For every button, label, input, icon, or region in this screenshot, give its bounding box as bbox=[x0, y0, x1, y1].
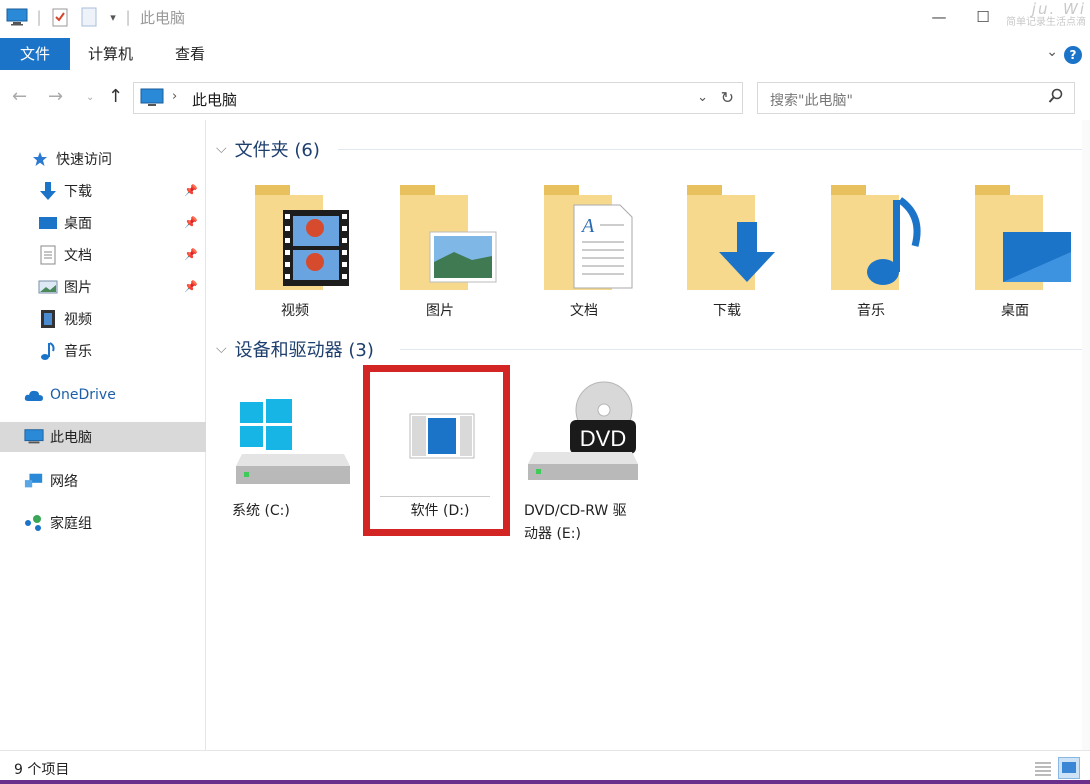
new-folder-icon[interactable] bbox=[78, 4, 100, 30]
collapse-chevron-icon[interactable]: ⌵ bbox=[216, 341, 227, 357]
section-drives-header[interactable]: ⌵ 设备和驱动器 (3) bbox=[216, 336, 374, 362]
address-row: ← → ⌄ ↑ › 此电脑 ⌄ ↻ 搜索"此电脑" bbox=[0, 78, 1090, 118]
drive-label-line1: DVD/CD-RW 驱 bbox=[524, 503, 627, 519]
section-folders-title: 文件夹 (6) bbox=[234, 140, 320, 161]
recent-locations-chevron-icon[interactable]: ⌄ bbox=[86, 92, 94, 103]
section-divider bbox=[338, 149, 1083, 150]
drive-e[interactable]: DVD DVD/CD-RW 驱 动器 (E:) bbox=[524, 380, 654, 550]
pin-icon[interactable]: 📌 bbox=[184, 280, 198, 293]
folder-label: 图片 bbox=[426, 303, 454, 319]
tab-file[interactable]: 文件 bbox=[0, 38, 70, 70]
folder-label: 桌面 bbox=[1001, 303, 1029, 319]
ribbon-tabs: 文件 计算机 查看 ⌄ ? bbox=[0, 36, 1090, 74]
pin-icon[interactable]: 📌 bbox=[184, 184, 198, 197]
cloud-icon bbox=[24, 385, 44, 405]
status-bar: 9 个项目 bbox=[0, 750, 1090, 784]
documents-folder-icon: A bbox=[544, 185, 633, 290]
picture-icon bbox=[38, 277, 58, 297]
music-icon bbox=[38, 341, 58, 361]
folder-label: 下载 bbox=[713, 303, 741, 319]
address-bar[interactable]: › 此电脑 ⌄ ↻ bbox=[133, 82, 743, 114]
search-placeholder: 搜索"此电脑" bbox=[770, 93, 853, 109]
window-title: 此电脑 bbox=[140, 9, 186, 27]
navigation-pane: 快速访问 下载 📌 桌面 📌 文档 📌 图片 📌 视频 音乐 OneDrive … bbox=[0, 120, 206, 750]
folder-label: 视频 bbox=[281, 303, 309, 319]
collapse-chevron-icon[interactable]: ⌵ bbox=[216, 141, 227, 157]
star-icon bbox=[30, 149, 50, 169]
windows-drive-icon bbox=[236, 399, 350, 484]
help-button[interactable]: ? bbox=[1064, 46, 1082, 64]
toolbar-separator: | bbox=[36, 8, 42, 26]
pictures-folder-icon bbox=[400, 185, 497, 290]
toolbar-separator: | bbox=[125, 8, 131, 26]
folder-downloads[interactable]: 下载 bbox=[667, 180, 787, 320]
folder-documents[interactable]: A 文档 bbox=[524, 180, 644, 320]
svg-text:A: A bbox=[580, 215, 595, 237]
homegroup-icon bbox=[24, 513, 44, 533]
highlight-box bbox=[363, 365, 510, 536]
sidebar-item-downloads[interactable]: 下载 📌 bbox=[0, 176, 206, 206]
sidebar-item-homegroup[interactable]: 家庭组 bbox=[0, 508, 206, 538]
window-bottom-border bbox=[0, 780, 1090, 784]
sidebar-item-pictures[interactable]: 图片 📌 bbox=[0, 272, 206, 302]
pin-icon[interactable]: 📌 bbox=[184, 216, 198, 229]
drive-label: 系统 (C:) bbox=[232, 503, 290, 519]
desktop-folder-icon bbox=[975, 185, 1071, 290]
up-arrow-icon[interactable]: ↑ bbox=[108, 86, 123, 107]
customize-toolbar-chevron-icon[interactable]: ▾ bbox=[104, 4, 122, 30]
folder-videos[interactable]: 视频 bbox=[235, 180, 355, 320]
computer-icon[interactable] bbox=[4, 4, 30, 30]
sidebar-item-onedrive[interactable]: OneDrive bbox=[0, 380, 206, 410]
properties-icon[interactable] bbox=[48, 4, 72, 30]
drive-label-line2: 动器 (E:) bbox=[524, 526, 581, 542]
section-folders-header[interactable]: ⌵ 文件夹 (6) bbox=[216, 136, 320, 162]
forward-arrow-icon[interactable]: → bbox=[48, 86, 63, 107]
search-icon[interactable] bbox=[1048, 88, 1064, 108]
desktop-icon bbox=[38, 213, 58, 233]
sidebar-item-desktop[interactable]: 桌面 📌 bbox=[0, 208, 206, 238]
refresh-icon[interactable]: ↻ bbox=[721, 88, 734, 107]
sidebar-item-network[interactable]: 网络 bbox=[0, 466, 206, 496]
document-icon bbox=[38, 245, 58, 265]
computer-icon bbox=[140, 88, 164, 112]
computer-icon bbox=[24, 427, 44, 447]
search-input[interactable]: 搜索"此电脑" bbox=[757, 82, 1075, 114]
dvd-drive-icon: DVD bbox=[528, 381, 638, 480]
minimize-button[interactable]: — bbox=[926, 6, 952, 28]
folder-music[interactable]: 音乐 bbox=[811, 180, 931, 320]
video-folder-icon bbox=[255, 185, 349, 290]
tab-view[interactable]: 查看 bbox=[175, 38, 205, 70]
title-bar: | ▾ | 此电脑 — ☐ ju. Wi 简单记录生活点滴 bbox=[0, 0, 1090, 36]
sidebar-item-music[interactable]: 音乐 bbox=[0, 336, 206, 366]
downloads-folder-icon bbox=[687, 185, 775, 290]
sidebar-item-this-pc[interactable]: 此电脑 bbox=[0, 422, 206, 452]
vertical-scrollbar[interactable] bbox=[1082, 120, 1090, 750]
item-count: 9 个项目 bbox=[14, 762, 70, 778]
section-drives-title: 设备和驱动器 (3) bbox=[234, 340, 374, 361]
network-icon bbox=[24, 471, 44, 491]
tab-computer[interactable]: 计算机 bbox=[88, 38, 133, 70]
folder-label: 文档 bbox=[570, 303, 598, 319]
music-folder-icon bbox=[831, 185, 921, 290]
dvd-logo-text: DVD bbox=[580, 426, 626, 451]
back-arrow-icon[interactable]: ← bbox=[12, 86, 27, 107]
drive-c[interactable]: 系统 (C:) bbox=[232, 392, 356, 532]
folder-pictures[interactable]: 图片 bbox=[380, 180, 500, 320]
folder-label: 音乐 bbox=[857, 303, 885, 319]
section-divider bbox=[400, 349, 1083, 350]
sidebar-item-documents[interactable]: 文档 📌 bbox=[0, 240, 206, 270]
sidebar-item-quick-access[interactable]: 快速访问 bbox=[0, 144, 206, 174]
address-dropdown-chevron-icon[interactable]: ⌄ bbox=[697, 90, 708, 105]
folder-desktop[interactable]: 桌面 bbox=[955, 180, 1075, 320]
pin-icon[interactable]: 📌 bbox=[184, 248, 198, 261]
details-view-icon[interactable] bbox=[1032, 757, 1054, 779]
sidebar-item-videos[interactable]: 视频 bbox=[0, 304, 206, 334]
breadcrumb-this-pc[interactable]: 此电脑 bbox=[192, 89, 237, 110]
video-icon bbox=[38, 309, 58, 329]
large-icons-view-icon[interactable] bbox=[1058, 757, 1080, 779]
breadcrumb-separator-icon[interactable]: › bbox=[172, 89, 177, 104]
expand-ribbon-chevron-icon[interactable]: ⌄ bbox=[1046, 44, 1058, 60]
download-icon bbox=[38, 181, 58, 201]
